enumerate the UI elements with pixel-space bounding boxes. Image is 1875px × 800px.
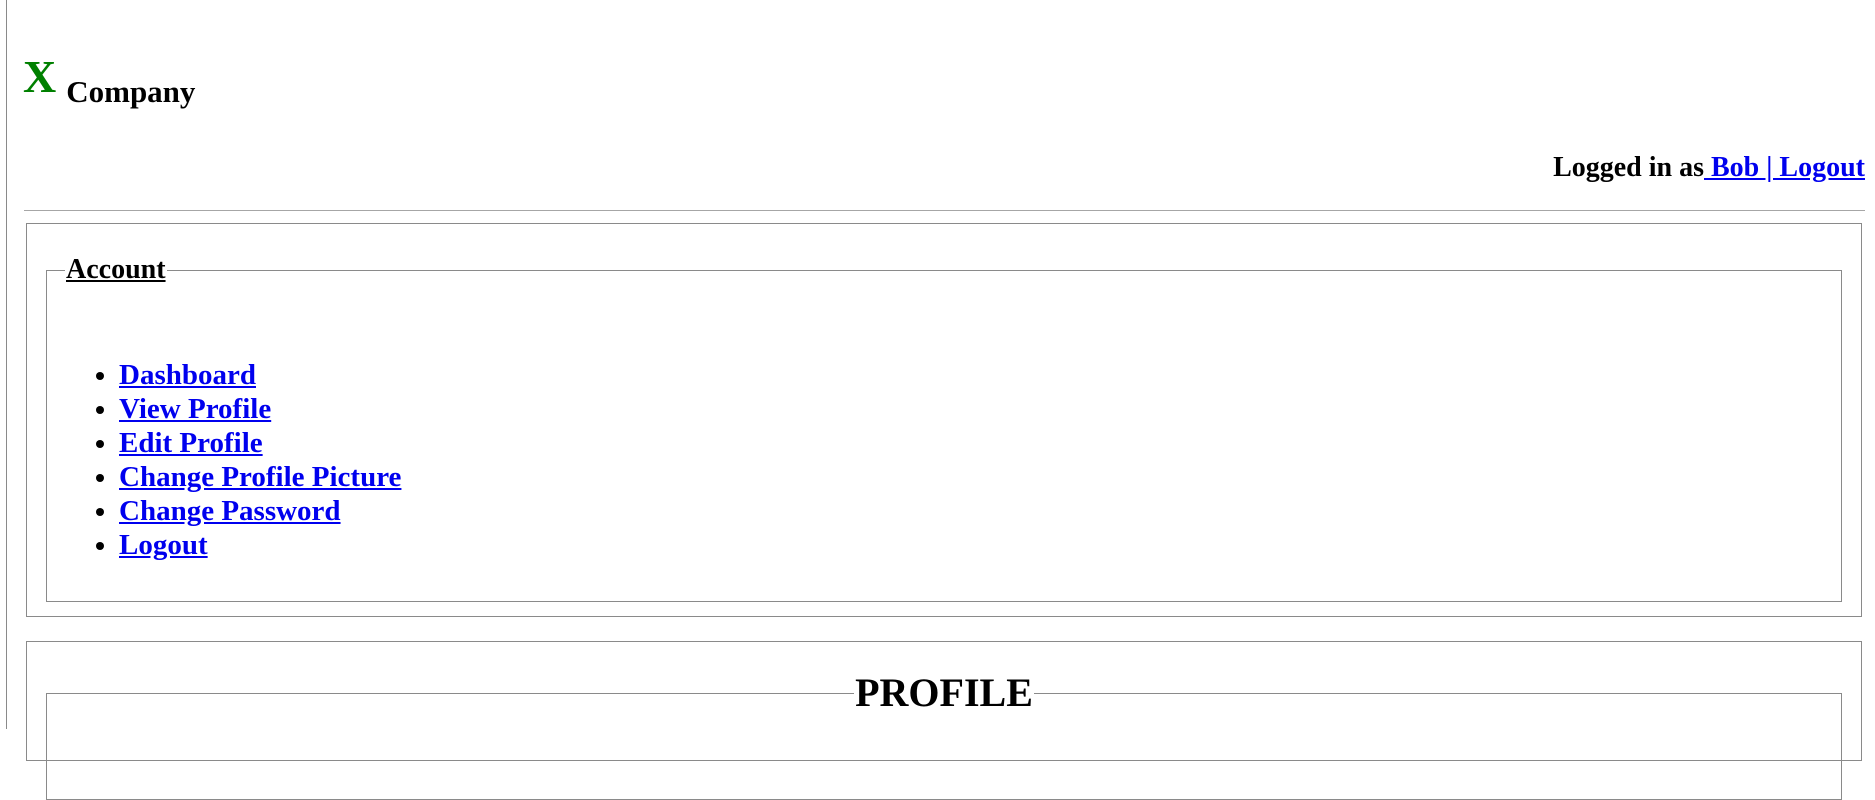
account-menu: Dashboard View Profile Edit Profile Chan… <box>93 358 401 562</box>
menu-item-change-profile-picture: Change Profile Picture <box>119 460 401 494</box>
login-prefix: Logged in as <box>1553 152 1704 183</box>
logout-link[interactable]: Logout <box>119 529 208 561</box>
login-status: Logged in as Bob | Logout <box>1553 152 1865 184</box>
left-border <box>6 0 7 729</box>
change-password-link[interactable]: Change Password <box>119 495 341 527</box>
profile-panel: PROFILE <box>26 641 1862 800</box>
brand-name: Company <box>66 74 196 109</box>
brand-logo: X Company <box>23 51 195 110</box>
change-profile-picture-link[interactable]: Change Profile Picture <box>119 461 401 493</box>
menu-item-dashboard: Dashboard <box>119 358 401 392</box>
view-profile-link[interactable]: View Profile <box>119 393 271 425</box>
dashboard-link[interactable]: Dashboard <box>119 359 256 391</box>
profile-fieldset: PROFILE <box>46 673 1842 800</box>
profile-legend: PROFILE <box>855 670 1033 715</box>
menu-item-logout: Logout <box>119 528 401 562</box>
account-fieldset: Account Dashboard View Profile Edit Prof… <box>46 256 1842 602</box>
brand-mark: X <box>23 51 57 102</box>
user-logout-link[interactable]: Bob | Logout <box>1704 152 1865 183</box>
edit-profile-link[interactable]: Edit Profile <box>119 427 263 459</box>
account-panel: Account Dashboard View Profile Edit Prof… <box>26 223 1862 617</box>
account-legend: Account <box>66 254 166 285</box>
menu-item-view-profile: View Profile <box>119 392 401 426</box>
header-divider <box>24 210 1865 211</box>
menu-item-edit-profile: Edit Profile <box>119 426 401 460</box>
menu-item-change-password: Change Password <box>119 494 401 528</box>
